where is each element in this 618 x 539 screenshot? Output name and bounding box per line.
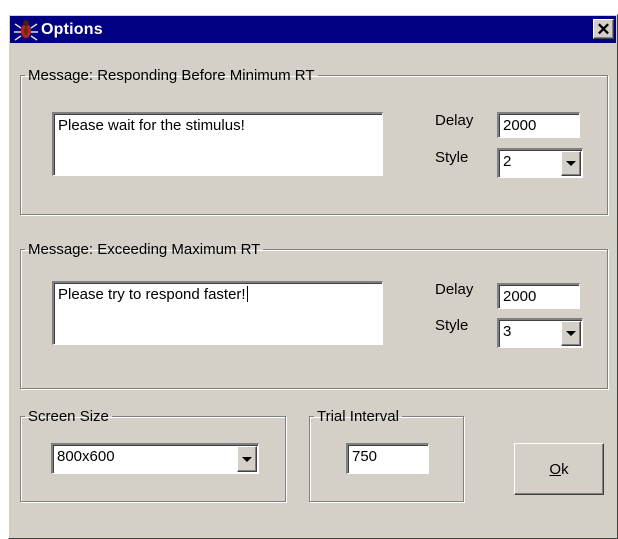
trial-interval-value: 750 [352, 448, 378, 465]
exceeding-max-rt-delay-value: 2000 [503, 288, 537, 305]
trial-interval-input[interactable]: 750 [346, 443, 429, 474]
chevron-down-icon [566, 331, 576, 336]
insect-icon [14, 19, 38, 41]
ok-button[interactable]: Ok [514, 443, 604, 495]
text-caret [246, 286, 248, 302]
ok-button-label: k [561, 460, 569, 478]
before-min-rt-style-select[interactable]: 2 [497, 148, 583, 178]
exceeding-max-rt-legend: Message: Exceeding Maximum RT [28, 241, 261, 258]
ok-button-accelerator: O [549, 460, 562, 478]
chevron-down-icon [242, 456, 252, 462]
exceeding-max-rt-delay-input[interactable]: 2000 [497, 283, 580, 309]
exceeding-max-rt-message-text: Please try to respond faster! [58, 286, 246, 303]
screen-size-legend: Screen Size [28, 408, 109, 425]
close-icon: ✕ [596, 19, 611, 39]
screen-size-dropdown-button[interactable] [237, 446, 257, 472]
before-min-rt-delay-input[interactable]: 2000 [497, 112, 580, 138]
before-min-rt-delay-value: 2000 [503, 117, 537, 134]
close-button[interactable]: ✕ [593, 19, 614, 39]
before-min-rt-delay-label: Delay [435, 112, 474, 129]
chevron-down-icon [566, 161, 576, 166]
title-bar[interactable]: Options ✕ [10, 16, 616, 43]
options-dialog: Options ✕ Message: Responding Before Min… [8, 14, 618, 539]
before-min-rt-style-label: Style [435, 149, 469, 166]
before-min-rt-message-text: Please wait for the stimulus! [58, 117, 245, 134]
before-min-rt-style-value: 2 [503, 153, 512, 170]
trial-interval-legend: Trial Interval [317, 408, 399, 425]
exceeding-max-rt-style-label: Style [435, 317, 469, 334]
before-min-rt-style-dropdown-button[interactable] [561, 151, 581, 176]
exceeding-max-rt-message-input[interactable]: Please try to respond faster! [52, 281, 383, 345]
screen-size-select[interactable]: 800x600 [51, 443, 259, 474]
before-min-rt-legend: Message: Responding Before Minimum RT [28, 67, 315, 84]
exceeding-max-rt-style-select[interactable]: 3 [497, 318, 583, 348]
exceeding-max-rt-style-dropdown-button[interactable] [561, 321, 581, 346]
window-title: Options [41, 20, 103, 38]
before-min-rt-message-input[interactable]: Please wait for the stimulus! [52, 112, 383, 176]
exceeding-max-rt-style-value: 3 [503, 323, 512, 340]
screen-size-value: 800x600 [57, 448, 115, 465]
exceeding-max-rt-delay-label: Delay [435, 281, 474, 298]
